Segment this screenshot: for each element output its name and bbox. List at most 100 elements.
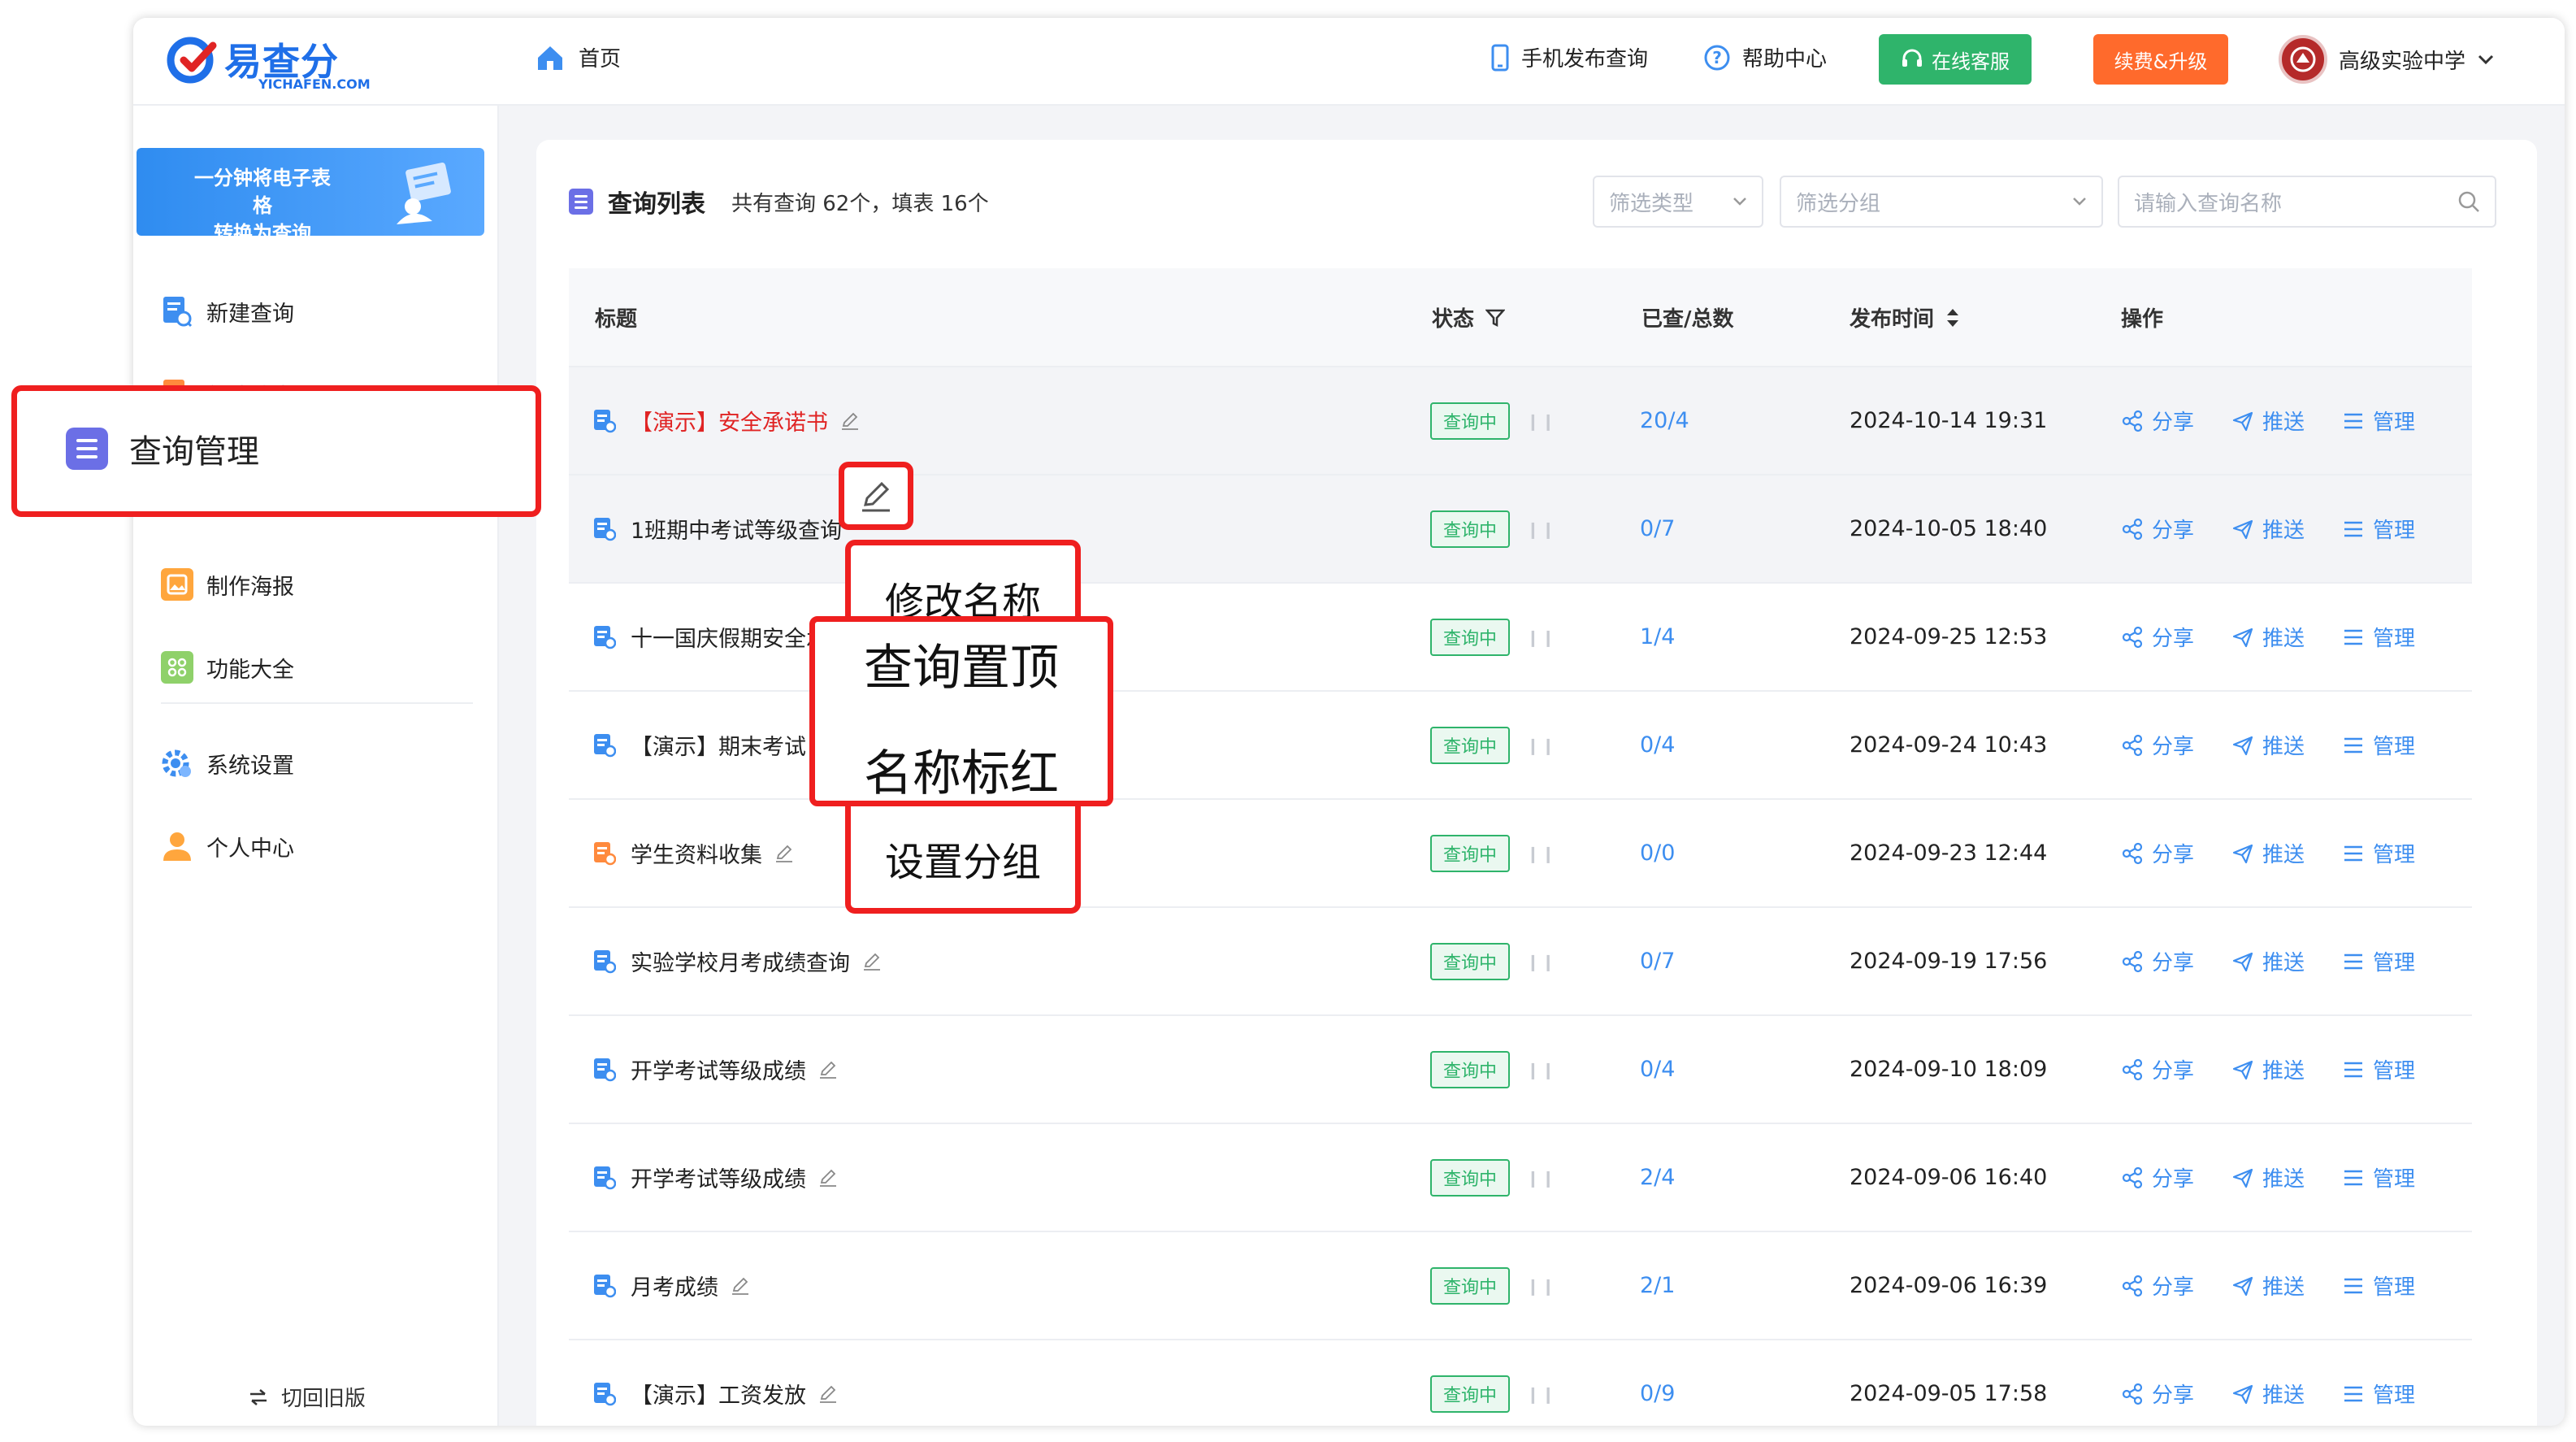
push-button[interactable]: 推送	[2231, 1379, 2305, 1409]
row-title[interactable]: 月考成绩	[631, 1270, 718, 1301]
query-count[interactable]: 2/1	[1640, 1273, 1675, 1298]
edit-pen-icon[interactable]	[861, 951, 883, 972]
manage-button[interactable]: 管理	[2342, 514, 2415, 544]
col-publish-time[interactable]: 发布时间	[1850, 302, 1960, 332]
query-count[interactable]: 0/4	[1640, 732, 1675, 758]
share-button[interactable]: 分享	[2121, 622, 2194, 652]
sort-icon[interactable]	[1945, 307, 1960, 328]
school-account-menu[interactable]: 高级实验中学	[2279, 34, 2495, 85]
upgrade-button[interactable]: 续费&升级	[2093, 34, 2228, 85]
query-count[interactable]: 0/4	[1640, 1057, 1675, 1082]
query-count[interactable]: 0/0	[1640, 840, 1675, 866]
convert-spreadsheet-banner[interactable]: 一分钟将电子表格 转换为查询	[137, 148, 484, 236]
share-button[interactable]: 分享	[2121, 514, 2194, 544]
pause-icon[interactable]: ❙❙	[1526, 1276, 1557, 1296]
search-input[interactable]: 请输入查询名称	[2118, 176, 2496, 228]
table-row[interactable]: 【演示】工资发放 查询中 ❙❙ 0/9 2024-09-05 17:58 分享 …	[569, 1340, 2472, 1426]
manage-button[interactable]: 管理	[2342, 622, 2415, 652]
row-title[interactable]: 学生资料收集	[631, 837, 762, 869]
rename-pen-button[interactable]	[839, 462, 913, 530]
push-button[interactable]: 推送	[2231, 730, 2305, 760]
sidebar-item-make-poster[interactable]: 制作海报	[161, 564, 294, 605]
filter-funnel-icon[interactable]	[1485, 308, 1506, 328]
help-center-link[interactable]: ? 帮助中心	[1703, 42, 1827, 72]
push-button[interactable]: 推送	[2231, 622, 2305, 652]
push-button[interactable]: 推送	[2231, 1162, 2305, 1192]
pause-icon[interactable]: ❙❙	[1526, 952, 1557, 971]
manage-button[interactable]: 管理	[2342, 406, 2415, 436]
status-badge[interactable]: 查询中	[1430, 1158, 1511, 1197]
logo[interactable]: 易查分 YICHAFEN.COM	[166, 31, 371, 96]
share-button[interactable]: 分享	[2121, 1270, 2194, 1301]
query-count[interactable]: 20/4	[1640, 408, 1689, 433]
pause-icon[interactable]: ❙❙	[1526, 1168, 1557, 1188]
status-badge[interactable]: 查询中	[1430, 1266, 1511, 1305]
status-badge[interactable]: 查询中	[1430, 1050, 1511, 1088]
status-badge[interactable]: 查询中	[1430, 942, 1511, 980]
share-button[interactable]: 分享	[2121, 1054, 2194, 1084]
row-title[interactable]: 十一国庆假期安全承	[631, 621, 828, 653]
push-button[interactable]: 推送	[2231, 946, 2305, 976]
pause-icon[interactable]: ❙❙	[1526, 736, 1557, 755]
manage-button[interactable]: 管理	[2342, 1054, 2415, 1084]
share-button[interactable]: 分享	[2121, 946, 2194, 976]
push-button[interactable]: 推送	[2231, 406, 2305, 436]
push-button[interactable]: 推送	[2231, 514, 2305, 544]
row-title[interactable]: 【演示】期末考试	[631, 729, 806, 761]
table-row[interactable]: 月考成绩 查询中 ❙❙ 2/1 2024-09-06 16:39 分享 推送 管…	[569, 1232, 2472, 1340]
share-button[interactable]: 分享	[2121, 1162, 2194, 1192]
row-title[interactable]: 开学考试等级成绩	[631, 1053, 806, 1085]
pause-icon[interactable]: ❙❙	[1526, 1384, 1557, 1404]
share-button[interactable]: 分享	[2121, 838, 2194, 868]
query-count[interactable]: 1/4	[1640, 624, 1675, 649]
manage-button[interactable]: 管理	[2342, 1379, 2415, 1409]
pause-icon[interactable]: ❙❙	[1526, 628, 1557, 647]
edit-pen-icon[interactable]	[730, 1275, 751, 1296]
sidebar-item-personal-center[interactable]: 个人中心	[161, 826, 294, 867]
edit-pen-icon[interactable]	[817, 1059, 839, 1080]
status-badge[interactable]: 查询中	[1430, 510, 1511, 548]
pause-icon[interactable]: ❙❙	[1526, 1060, 1557, 1079]
menu-item-pin-top[interactable]: 查询置顶	[815, 628, 1108, 699]
query-count[interactable]: 0/7	[1640, 949, 1675, 974]
sidebar-item-all-features[interactable]: 功能大全	[161, 647, 294, 688]
pause-icon[interactable]: ❙❙	[1526, 844, 1557, 863]
status-badge[interactable]: 查询中	[1430, 402, 1511, 440]
manage-button[interactable]: 管理	[2342, 730, 2415, 760]
edit-pen-icon[interactable]	[774, 843, 795, 864]
push-button[interactable]: 推送	[2231, 1054, 2305, 1084]
sidebar-item-system-settings[interactable]: 系统设置	[161, 743, 294, 784]
edit-pen-icon[interactable]	[817, 1167, 839, 1188]
share-button[interactable]: 分享	[2121, 730, 2194, 760]
status-badge[interactable]: 查询中	[1430, 1375, 1511, 1413]
push-button[interactable]: 推送	[2231, 838, 2305, 868]
manage-button[interactable]: 管理	[2342, 1270, 2415, 1301]
row-title[interactable]: 【演示】工资发放	[631, 1378, 806, 1409]
manage-button[interactable]: 管理	[2342, 838, 2415, 868]
switch-old-version-link[interactable]: 切回旧版	[247, 1382, 366, 1412]
sidebar-item-new-query[interactable]: 新建查询	[161, 291, 294, 332]
filter-type-select[interactable]: 筛选类型	[1593, 176, 1763, 228]
filter-group-select[interactable]: 筛选分组	[1780, 176, 2103, 228]
menu-item-mark-red[interactable]: 名称标红	[815, 734, 1108, 805]
query-count[interactable]: 0/9	[1640, 1381, 1675, 1406]
edit-pen-icon[interactable]	[839, 410, 861, 432]
push-button[interactable]: 推送	[2231, 1270, 2305, 1301]
query-count[interactable]: 2/4	[1640, 1165, 1675, 1190]
table-row[interactable]: 开学考试等级成绩 查询中 ❙❙ 2/4 2024-09-06 16:40 分享 …	[569, 1124, 2472, 1232]
status-badge[interactable]: 查询中	[1430, 834, 1511, 872]
table-row[interactable]: 开学考试等级成绩 查询中 ❙❙ 0/4 2024-09-10 18:09 分享 …	[569, 1016, 2472, 1124]
row-title[interactable]: 1班期中考试等级查询	[631, 513, 842, 545]
online-service-button[interactable]: 在线客服	[1879, 34, 2032, 85]
row-title[interactable]: 【演示】安全承诺书	[631, 405, 828, 437]
status-badge[interactable]: 查询中	[1430, 726, 1511, 764]
share-button[interactable]: 分享	[2121, 1379, 2194, 1409]
manage-button[interactable]: 管理	[2342, 1162, 2415, 1192]
query-count[interactable]: 0/7	[1640, 516, 1675, 541]
pause-icon[interactable]: ❙❙	[1526, 519, 1557, 539]
sidebar-item-query-management[interactable]: 查询管理	[11, 385, 541, 517]
pause-icon[interactable]: ❙❙	[1526, 411, 1557, 431]
edit-pen-icon[interactable]	[817, 1383, 839, 1405]
table-row[interactable]: 【演示】安全承诺书 查询中 ❙❙ 20/4 2024-10-14 19:31 分…	[569, 367, 2472, 476]
table-row[interactable]: 实验学校月考成绩查询 查询中 ❙❙ 0/7 2024-09-19 17:56 分…	[569, 908, 2472, 1016]
